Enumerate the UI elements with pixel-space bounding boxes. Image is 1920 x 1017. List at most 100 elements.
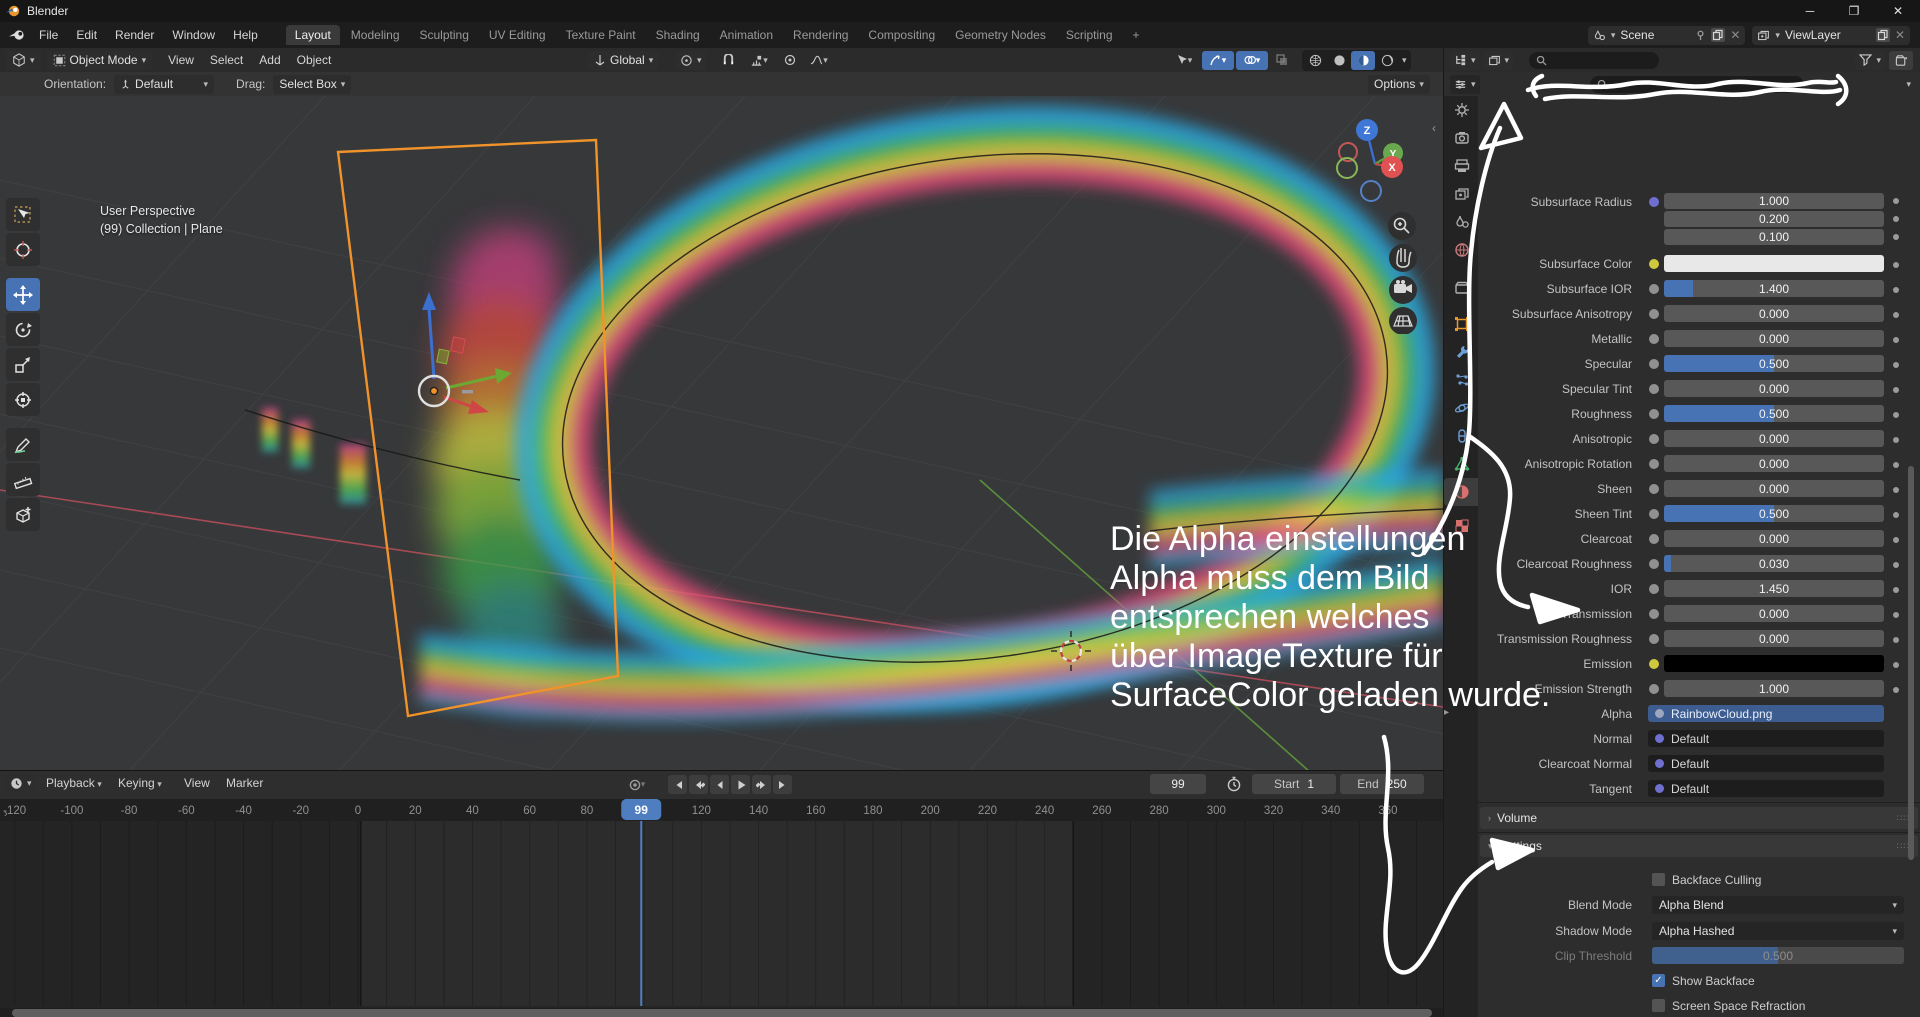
slider-field[interactable]: 0.000 [1664, 330, 1884, 347]
slider-field[interactable]: 0.000 [1664, 480, 1884, 497]
workspace-tab-rendering[interactable]: Rendering [784, 25, 857, 45]
snap-toggle[interactable] [716, 51, 740, 70]
slider-field[interactable]: 0.000 [1664, 305, 1884, 322]
dropdown-blend-mode[interactable]: Alpha Blend▾ [1652, 896, 1904, 914]
play-button[interactable] [731, 775, 750, 794]
show-gizmo-dropdown[interactable]: ▾ [1168, 51, 1200, 70]
menu-help[interactable]: Help [224, 26, 267, 44]
new-scene-icon[interactable] [1711, 28, 1725, 42]
workspace-tab-shading[interactable]: Shading [647, 25, 709, 45]
scene-selector[interactable]: ▾ Scene ✕ [1588, 26, 1746, 45]
alpha-source-field[interactable]: RainbowCloud.png [1648, 705, 1884, 722]
animate-dot[interactable] [1893, 198, 1899, 204]
animate-dot[interactable] [1893, 487, 1899, 493]
tool-annotate[interactable] [6, 428, 40, 461]
menu-render[interactable]: Render [106, 26, 163, 44]
timeline-editor-button[interactable]: ▾ [6, 774, 36, 793]
color-swatch[interactable] [1664, 255, 1884, 272]
outliner-editor-button[interactable]: ▾ [1450, 51, 1480, 70]
workspace-tab-animation[interactable]: Animation [711, 25, 782, 45]
workspace-tab-sculpting[interactable]: Sculpting [411, 25, 478, 45]
prev-frame-button[interactable] [710, 775, 729, 794]
camera-view-button[interactable] [1389, 276, 1417, 304]
minimize-button[interactable]: ─ [1788, 0, 1832, 22]
frame-end-field[interactable]: End 250 [1340, 774, 1424, 794]
workspace-tab-+[interactable]: + [1124, 25, 1149, 45]
menu-file[interactable]: File [30, 26, 67, 44]
animate-dot[interactable] [1893, 234, 1899, 240]
new-collection-button[interactable] [1889, 51, 1913, 70]
number-field[interactable]: 1.450 [1664, 580, 1884, 597]
tool-transform[interactable] [6, 383, 40, 416]
color-swatch[interactable] [1664, 655, 1884, 672]
properties-scrollbar[interactable] [1908, 466, 1914, 860]
dropdown-shadow-mode[interactable]: Alpha Hashed▾ [1652, 922, 1904, 940]
tool-select-box[interactable] [6, 198, 40, 231]
animate-dot[interactable] [1893, 216, 1899, 222]
prev-keyframe-button[interactable] [689, 775, 708, 794]
animate-dot[interactable] [1893, 287, 1899, 293]
timeline-menu-marker[interactable]: Marker [226, 776, 263, 790]
timeline-menu-keying[interactable]: Keying ▾ [118, 776, 162, 790]
drag-dropdown[interactable]: Select Box ▾ [273, 75, 351, 94]
animate-dot[interactable] [1893, 337, 1899, 343]
workspace-tab-scripting[interactable]: Scripting [1057, 25, 1122, 45]
properties-editor-button[interactable]: ▾ [1450, 75, 1480, 94]
outliner-search-input[interactable] [1529, 52, 1659, 69]
shading-rendered-button[interactable] [1375, 51, 1399, 70]
pin-icon[interactable] [1695, 30, 1706, 41]
proportional-editing-toggle[interactable] [778, 51, 802, 70]
menu-window[interactable]: Window [163, 26, 224, 44]
blender-menu-icon[interactable] [8, 28, 26, 42]
tool-measure[interactable] [6, 463, 40, 496]
tool-move[interactable] [6, 278, 40, 311]
shading-dropdown[interactable]: ▾ [1399, 55, 1410, 66]
timeline-menu-view[interactable]: View [184, 776, 210, 790]
unlink-scene-icon[interactable]: ✕ [1730, 28, 1740, 42]
number-field[interactable]: 0.100 [1664, 229, 1884, 245]
frame-start-field[interactable]: Start 1 [1252, 774, 1336, 794]
timeline-menu-playback[interactable]: Playback ▾ [46, 776, 102, 790]
viewport-menu-add[interactable]: Add [251, 51, 288, 69]
animate-dot[interactable] [1893, 562, 1899, 568]
remove-viewlayer-icon[interactable]: ✕ [1895, 28, 1905, 42]
link-field[interactable]: Default [1648, 780, 1884, 797]
shading-material-button[interactable] [1351, 51, 1375, 70]
number-field[interactable]: 0.200 [1664, 211, 1884, 227]
jump-end-button[interactable] [773, 775, 792, 794]
current-frame-field[interactable]: 99 [1150, 774, 1206, 794]
link-field[interactable]: Default [1648, 755, 1884, 772]
slider-field[interactable]: 0.000 [1664, 530, 1884, 547]
outliner-display-mode-button[interactable]: ▾ [1484, 51, 1514, 70]
timeline-ruler-area[interactable]: -120-100-80-60-40-2002040608012014016018… [0, 799, 1443, 1017]
tool-cursor[interactable] [6, 233, 40, 266]
snap-settings-dropdown[interactable]: ▾ [742, 51, 776, 70]
viewport-menu-select[interactable]: Select [202, 51, 251, 69]
shading-wireframe-button[interactable] [1303, 51, 1327, 70]
tool-rotate[interactable] [6, 313, 40, 346]
properties-tab-scene[interactable] [1444, 208, 1479, 236]
animate-dot[interactable] [1893, 637, 1899, 643]
workspace-tab-modeling[interactable]: Modeling [342, 25, 409, 45]
close-button[interactable]: ✕ [1876, 0, 1920, 22]
slider-field[interactable]: 1.400 [1664, 280, 1884, 297]
editor-type-button[interactable]: ▾ [6, 51, 41, 70]
tool-scale[interactable] [6, 348, 40, 381]
animate-dot[interactable] [1893, 662, 1899, 668]
animate-dot[interactable] [1893, 462, 1899, 468]
animate-dot[interactable] [1893, 312, 1899, 318]
orientation-default-dropdown[interactable]: Default ▾ [114, 75, 214, 94]
panel-header-settings[interactable]: ▾Settings∷∷ [1480, 835, 1918, 857]
slider-field[interactable]: 0.000 [1664, 380, 1884, 397]
number-field[interactable]: 1.000 [1664, 193, 1884, 209]
show-gizmos-toggle[interactable]: ▾ [1202, 51, 1234, 70]
zoom-button[interactable] [1388, 212, 1416, 240]
falloff-dropdown[interactable]: ▾ [804, 51, 834, 70]
checkbox-show-backface[interactable]: ✓ [1652, 974, 1665, 987]
options-dropdown[interactable]: Options ▾ [1368, 75, 1430, 94]
menu-edit[interactable]: Edit [67, 26, 106, 44]
hscrollbar-thumb[interactable] [12, 1009, 1432, 1017]
new-viewlayer-icon[interactable] [1876, 28, 1890, 42]
show-overlays-toggle[interactable]: ▾ [1236, 51, 1268, 70]
transform-orientation-dropdown[interactable]: Global ▾ [588, 51, 659, 70]
